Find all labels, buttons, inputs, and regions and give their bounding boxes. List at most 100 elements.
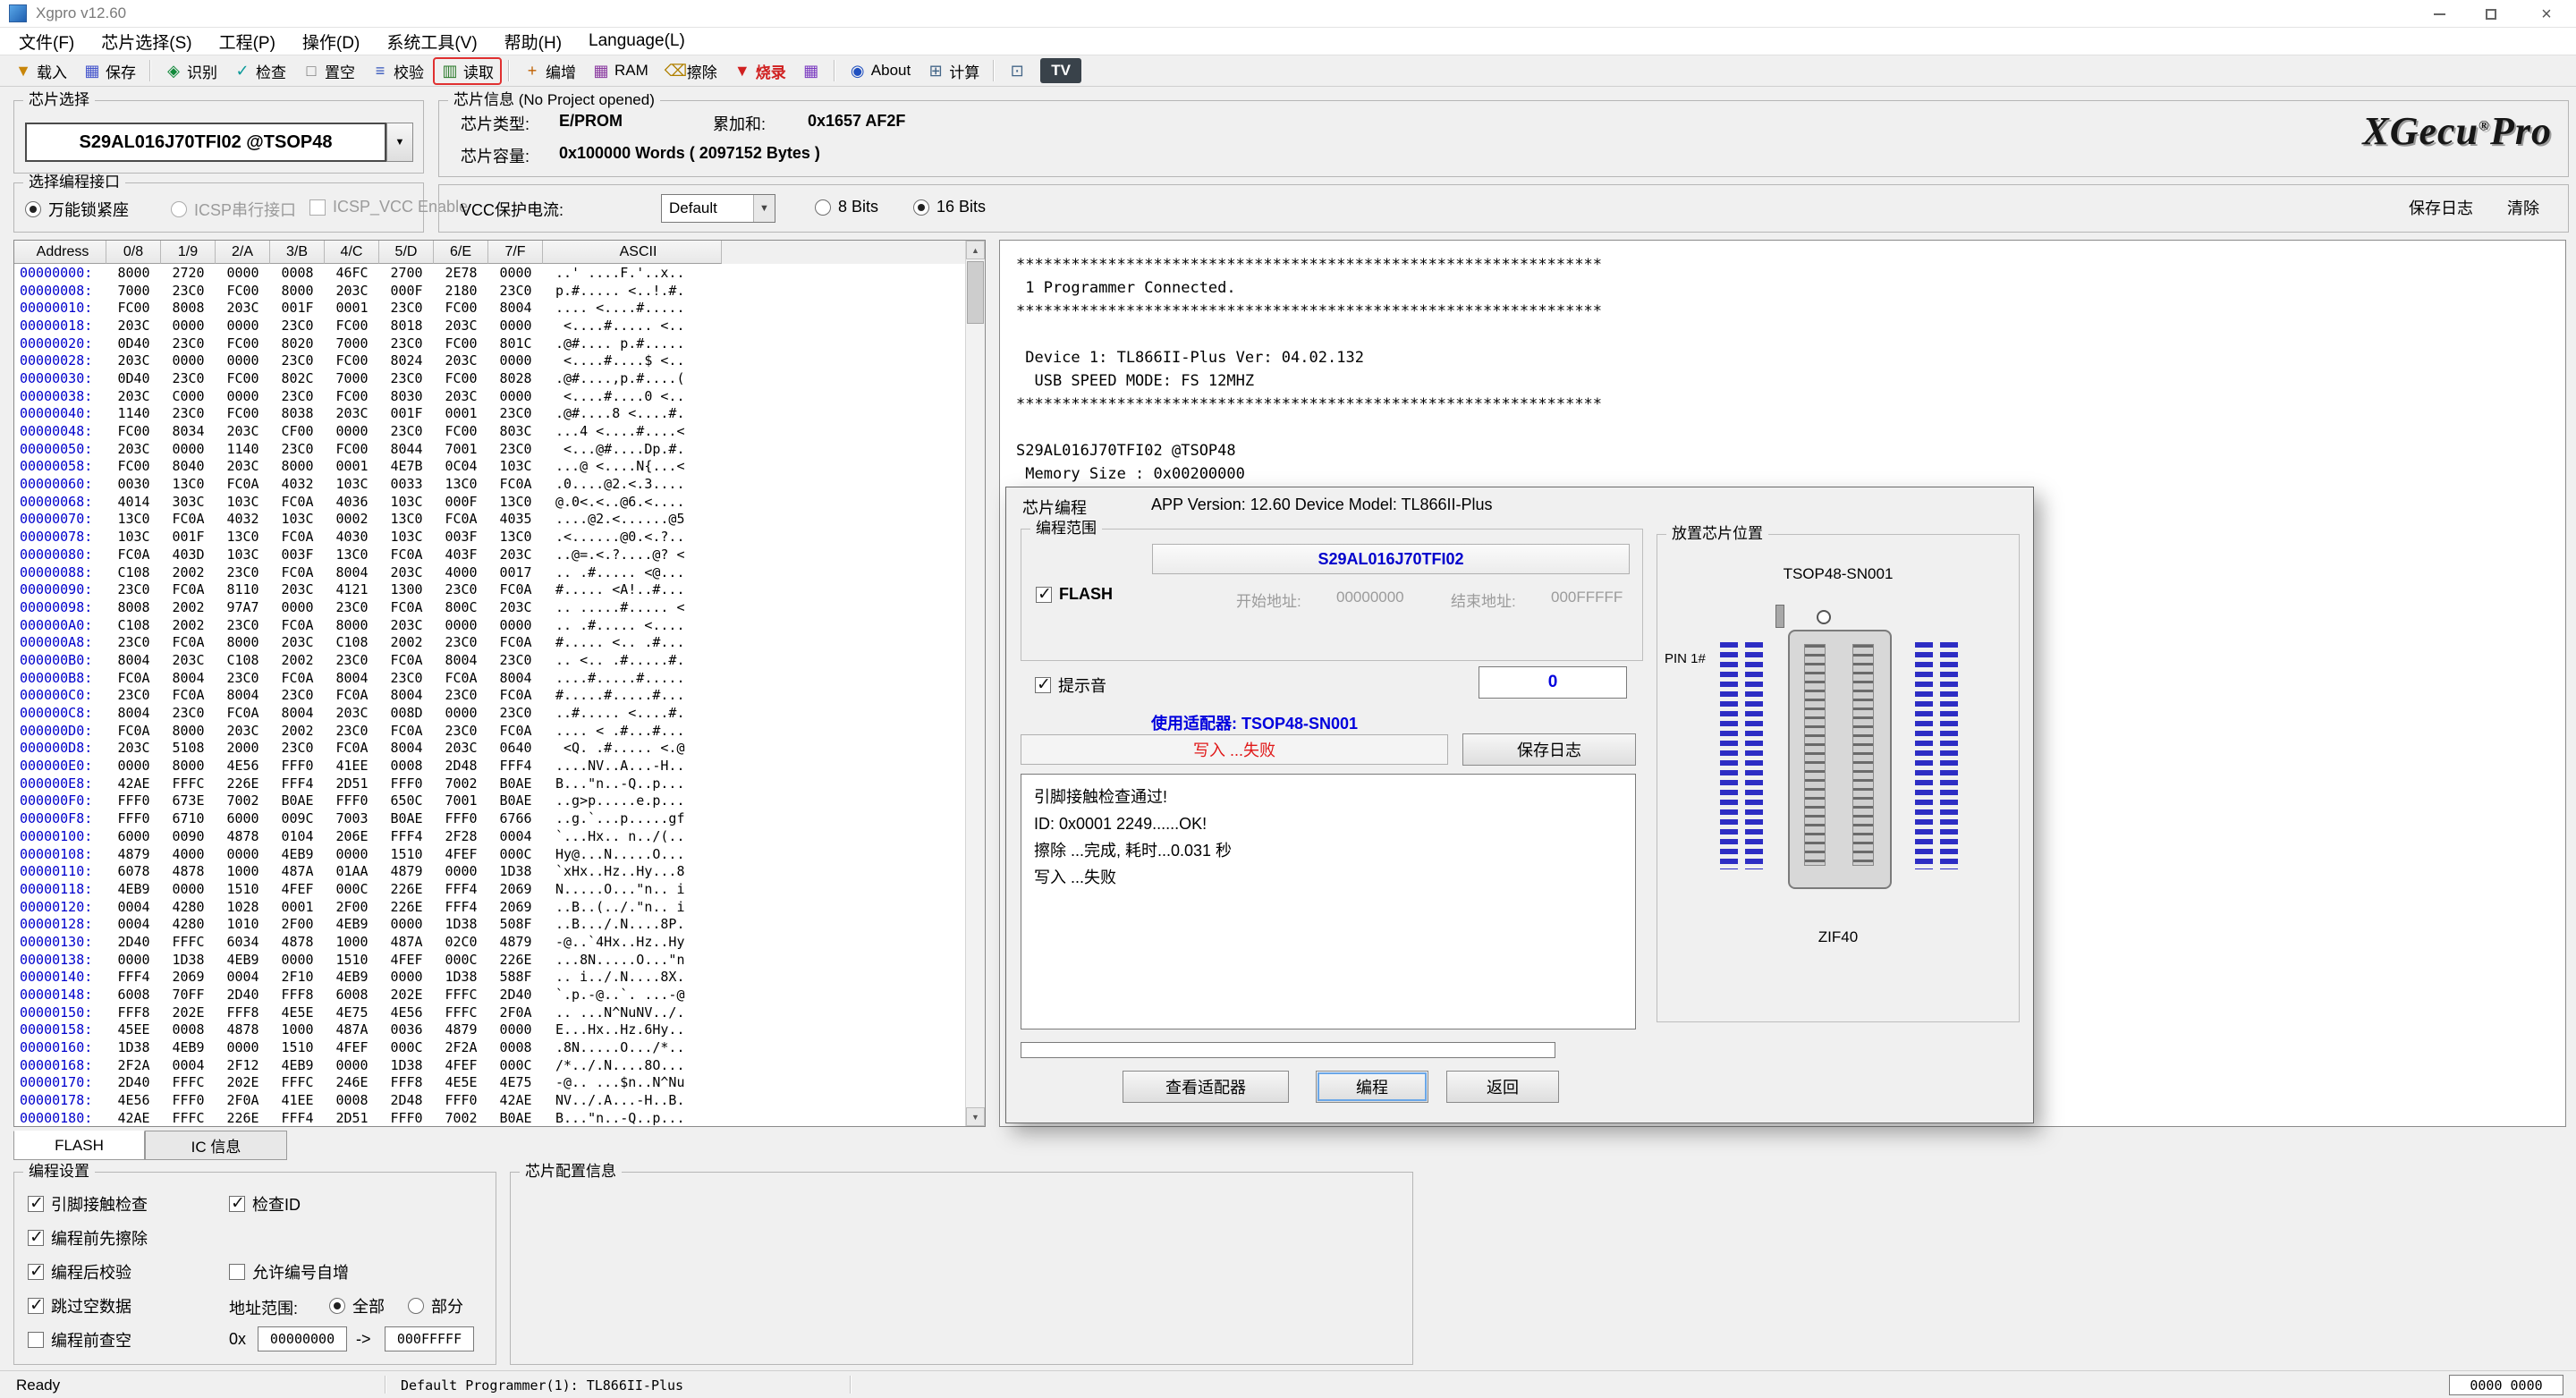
hex-cell[interactable]: 103C [379,494,434,510]
hex-ascii[interactable]: `xHx..Hz..Hy...8 [543,863,722,879]
hex-ascii[interactable]: ..#..... <....#. [543,705,722,721]
hex-ascii[interactable]: E...Hx..Hz.6Hy.. [543,1021,722,1038]
hex-cell[interactable]: 23C0 [106,581,161,597]
hex-cell[interactable]: B0AE [488,1110,543,1126]
hex-cell[interactable]: 103C [106,529,161,545]
hex-cell[interactable]: 0000 [161,318,216,334]
load-file-button[interactable]: ▼载入 [7,57,74,85]
hex-cell[interactable]: 2F10 [270,969,325,985]
hex-cell[interactable]: 4EB9 [325,969,379,985]
hex-cell[interactable]: 8034 [161,423,216,439]
menu-item[interactable]: 工程(P) [206,28,289,55]
hex-cell[interactable]: 1510 [216,881,270,897]
hex-cell[interactable]: 0000 [161,881,216,897]
hex-cell[interactable]: 1028 [216,899,270,915]
hex-cell[interactable]: FC00 [216,283,270,299]
hex-cell[interactable]: 203C [161,652,216,668]
hex-cell[interactable]: FFF0 [106,792,161,809]
hex-ascii[interactable]: ...@ <....N{...< [543,458,722,474]
hex-cell[interactable]: 4EB9 [270,1057,325,1073]
hex-cell[interactable]: 2D40 [488,987,543,1003]
hex-cell[interactable]: 23C0 [216,564,270,580]
hex-cell[interactable]: 4E56 [106,1092,161,1108]
hex-cell[interactable]: 1140 [216,441,270,457]
hex-cell[interactable]: 4000 [161,846,216,862]
hex-cell[interactable]: FFF0 [161,1092,216,1108]
hex-ascii[interactable]: ..B..(../."n.. i [543,899,722,915]
hex-cell[interactable]: 8018 [379,318,434,334]
hex-cell[interactable]: 1300 [379,581,434,597]
hex-cell[interactable]: 0000 [106,952,161,968]
hex-cell[interactable]: 487A [379,934,434,950]
hex-cell[interactable]: FC00 [216,335,270,352]
hex-cell[interactable]: FFF0 [434,810,488,826]
hex-cell[interactable]: CF00 [270,423,325,439]
maximize-button[interactable] [2465,0,2517,28]
hex-cell[interactable]: 226E [379,899,434,915]
hex-cell[interactable]: 000C [325,881,379,897]
hex-cell[interactable]: 103C [379,529,434,545]
hex-cell[interactable]: FC0A [379,546,434,563]
program-start-button[interactable]: 编程 [1316,1071,1428,1103]
hex-cell[interactable]: 23C0 [434,581,488,597]
hex-cell[interactable]: FC0A [379,652,434,668]
hex-cell[interactable]: 0001 [270,899,325,915]
hex-cell[interactable]: 2700 [379,265,434,281]
hex-cell[interactable]: 13C0 [325,546,379,563]
hex-cell[interactable]: 2069 [488,899,543,915]
hex-cell[interactable]: 23C0 [379,670,434,686]
hex-cell[interactable]: FFFC [434,1004,488,1021]
hex-ascii[interactable]: -@.. ...$n..N^Nu [543,1074,722,1090]
hex-cell[interactable]: 23C0 [325,599,379,615]
hex-cell[interactable]: FFF4 [106,969,161,985]
view-adapter-button[interactable]: 查看适配器 [1123,1071,1289,1103]
hex-cell[interactable]: FC0A [488,723,543,739]
hex-cell[interactable]: 2F2A [106,1057,161,1073]
hex-cell[interactable]: 403D [161,546,216,563]
hex-cell[interactable]: FC00 [434,370,488,386]
hex-cell[interactable]: 2D48 [434,758,488,774]
hex-cell[interactable]: 41EE [325,758,379,774]
hex-cell[interactable]: 0008 [161,1021,216,1038]
hex-cell[interactable]: 0000 [488,318,543,334]
hex-cell[interactable]: 13C0 [434,476,488,492]
hex-cell[interactable]: 203C [488,546,543,563]
hex-cell[interactable]: 23C0 [379,370,434,386]
hex-cell[interactable]: FFF8 [270,987,325,1003]
hex-cell[interactable]: 4035 [488,511,543,527]
hex-cell[interactable]: 000C [434,952,488,968]
hex-cell[interactable]: 13C0 [488,494,543,510]
hex-ascii[interactable]: ....#.....#..... [543,670,722,686]
hex-cell[interactable]: 8004 [488,300,543,316]
hex-cell[interactable]: FC0A [161,687,216,703]
hex-cell[interactable]: 97A7 [216,599,270,615]
hex-cell[interactable]: 0D40 [106,335,161,352]
hex-cell[interactable]: 8000 [270,283,325,299]
hex-cell[interactable]: 6078 [106,863,161,879]
hex-cell[interactable]: 7002 [216,792,270,809]
hex-cell[interactable]: 103C [270,511,325,527]
hex-cell[interactable]: 003F [270,546,325,563]
hex-cell[interactable]: 4E7B [379,458,434,474]
hex-cell[interactable]: 1510 [325,952,379,968]
hex-cell[interactable]: 23C0 [379,423,434,439]
hex-cell[interactable]: 203C [379,564,434,580]
hex-cell[interactable]: 23C0 [161,705,216,721]
hex-cell[interactable]: 0000 [216,318,270,334]
hex-cell[interactable]: 46FC [325,265,379,281]
hex-cell[interactable]: 23C0 [488,705,543,721]
hex-cell[interactable]: 0000 [106,758,161,774]
minimize-button[interactable] [2413,0,2465,28]
hex-cell[interactable]: FC0A [106,723,161,739]
hex-cell[interactable]: 2720 [161,265,216,281]
hex-cell[interactable]: 2F2A [434,1039,488,1055]
hex-cell[interactable]: 23C0 [270,352,325,369]
hex-cell[interactable]: 2E78 [434,265,488,281]
hex-cell[interactable]: 103C [216,494,270,510]
hex-cell[interactable]: 1140 [106,405,161,421]
clear-log-button[interactable]: 清除 [2507,196,2539,219]
hex-cell[interactable]: 2D51 [325,1110,379,1126]
hex-cell[interactable]: FC00 [106,423,161,439]
hex-cell[interactable]: FC0A [270,670,325,686]
hex-cell[interactable]: 8004 [106,652,161,668]
